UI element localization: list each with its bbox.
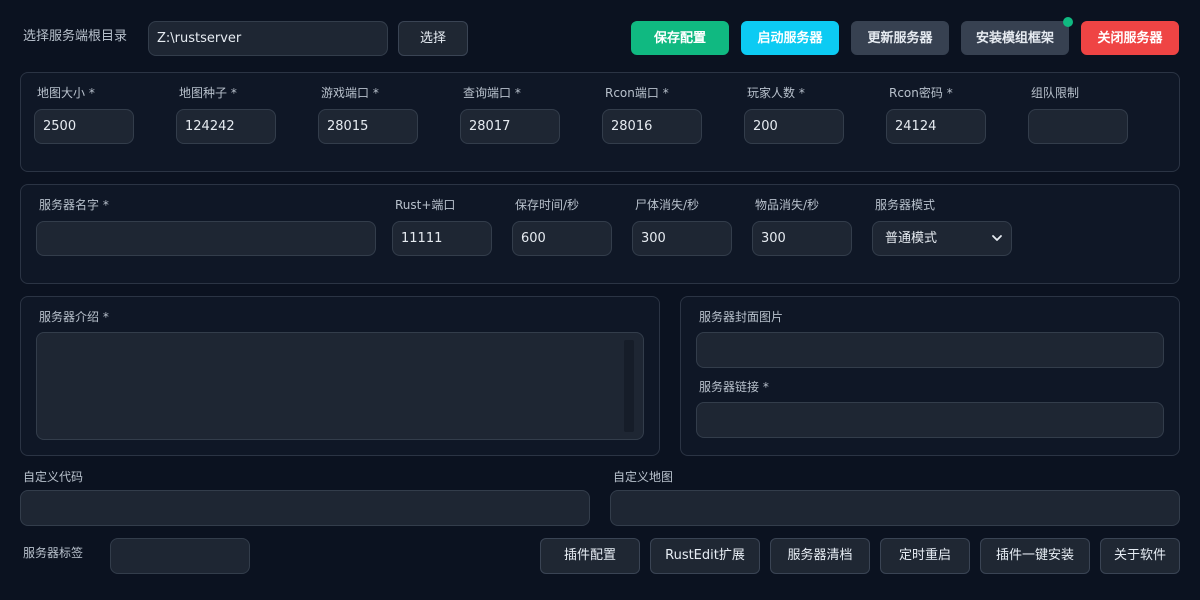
game-port-input[interactable]: 28015 [318, 109, 418, 144]
server-name-input[interactable] [36, 221, 376, 256]
item-despawn-input[interactable]: 300 [752, 221, 852, 256]
about-button[interactable]: 关于软件 [1100, 538, 1180, 574]
cover-image-input[interactable] [696, 332, 1164, 368]
app-window: 选择服务端根目录 Z:\rustserver 选择 保存配置 启动服务器 更新服… [0, 0, 1200, 600]
root-dir-label: 选择服务端根目录 [23, 29, 128, 44]
server-tags-label: 服务器标签 [23, 546, 84, 560]
save-interval-label: 保存时间/秒 [515, 198, 580, 212]
install-mod-framework-button[interactable]: 安装模组框架 [961, 21, 1069, 55]
team-limit-label: 组队限制 [1031, 86, 1080, 100]
server-name-label: 服务器名字 * [39, 198, 109, 212]
team-limit-input[interactable] [1028, 109, 1128, 144]
custom-code-label: 自定义代码 [23, 470, 84, 484]
game-port-label: 游戏端口 * [321, 86, 379, 100]
item-despawn-label: 物品消失/秒 [755, 198, 820, 212]
root-dir-input[interactable]: Z:\rustserver [148, 21, 388, 56]
rcon-password-label: Rcon密码 * [889, 86, 953, 100]
max-players-label: 玩家人数 * [747, 86, 805, 100]
map-size-input[interactable]: 2500 [34, 109, 134, 144]
custom-map-input[interactable] [610, 490, 1180, 526]
rcon-password-input[interactable]: 24124 [886, 109, 986, 144]
update-server-button[interactable]: 更新服务器 [851, 21, 949, 55]
save-interval-input[interactable]: 600 [512, 221, 612, 256]
rustplus-port-input[interactable]: 11111 [392, 221, 492, 256]
query-port-input[interactable]: 28017 [460, 109, 560, 144]
start-server-button[interactable]: 启动服务器 [741, 21, 839, 55]
corpse-despawn-label: 尸体消失/秒 [635, 198, 700, 212]
description-label: 服务器介绍 * [39, 310, 109, 324]
scheduled-restart-button[interactable]: 定时重启 [880, 538, 970, 574]
server-link-input[interactable] [696, 402, 1164, 438]
server-mode-label: 服务器模式 [875, 198, 936, 212]
chevron-down-icon[interactable] [990, 231, 1004, 245]
description-scrollbar[interactable] [624, 340, 634, 432]
description-textarea[interactable] [36, 332, 644, 440]
cover-image-label: 服务器封面图片 [699, 310, 784, 324]
status-indicator-icon [1063, 17, 1073, 27]
server-mode-value: 普通模式 [885, 231, 938, 246]
server-wipe-button[interactable]: 服务器清档 [770, 538, 870, 574]
rcon-port-label: Rcon端口 * [605, 86, 669, 100]
plugin-config-button[interactable]: 插件配置 [540, 538, 640, 574]
rustplus-port-label: Rust+端口 [395, 198, 456, 212]
map-seed-input[interactable]: 124242 [176, 109, 276, 144]
map-size-label: 地图大小 * [37, 86, 95, 100]
plugin-install-button[interactable]: 插件一键安装 [980, 538, 1090, 574]
rcon-port-input[interactable]: 28016 [602, 109, 702, 144]
corpse-despawn-input[interactable]: 300 [632, 221, 732, 256]
stop-server-button[interactable]: 关闭服务器 [1081, 21, 1179, 55]
server-tags-input[interactable] [110, 538, 250, 574]
map-seed-label: 地图种子 * [179, 86, 237, 100]
custom-code-input[interactable] [20, 490, 590, 526]
server-link-label: 服务器链接 * [699, 380, 769, 394]
rustedit-extension-button[interactable]: RustEdit扩展 [650, 538, 760, 574]
custom-map-label: 自定义地图 [613, 470, 674, 484]
max-players-input[interactable]: 200 [744, 109, 844, 144]
query-port-label: 查询端口 * [463, 86, 521, 100]
save-config-button[interactable]: 保存配置 [631, 21, 729, 55]
choose-dir-button[interactable]: 选择 [398, 21, 468, 56]
